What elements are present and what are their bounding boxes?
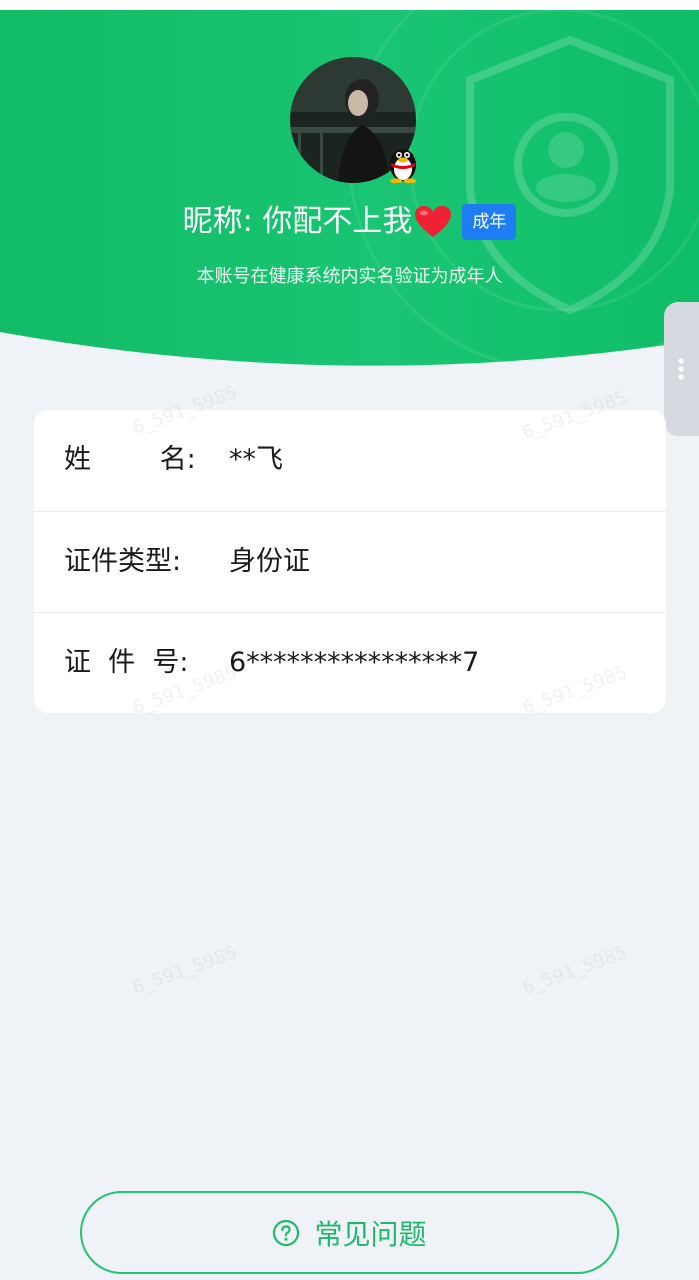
name-label: 姓 名: [64,444,196,475]
question-circle-icon [273,1219,300,1246]
avatar-container[interactable] [290,57,418,185]
info-row-id-type: 证件类型: 身份证 [34,511,666,611]
side-menu-handle[interactable] [664,302,699,436]
id-type-label: 证件类型: [64,546,182,577]
nickname: 昵称: 你配不上我 [182,204,413,239]
id-type-value: 身份证 [229,546,310,577]
nickname-row: 昵称: 你配不上我 成年 [0,200,699,244]
faq-button-label: 常见问题 [314,1217,427,1251]
top-bar [0,0,699,10]
watermark: 6_591_5985 [519,941,630,1000]
watermark: 6_591_5985 [129,941,240,1000]
heart-icon [415,206,452,237]
more-dots-icon [678,358,684,380]
verification-note: 本账号在健康系统内实名验证为成年人 [196,266,503,287]
hero-header: 昵称: 你配不上我 成年 本账号在健康系统内实名验证为成年人 [0,10,699,370]
identity-info-card: 姓 名: **飞 证件类型: 身份证 证 件 号: 6*************… [34,410,666,713]
qq-penguin-icon [390,149,416,183]
age-badge: 成年 [462,204,517,240]
id-number-value: 6****************7 [229,647,480,678]
faq-button[interactable]: 常见问题 [80,1191,619,1274]
name-value: **飞 [229,444,283,475]
page: 昵称: 你配不上我 成年 本账号在健康系统内实名验证为成年人 姓 名: **飞 … [0,0,699,1280]
